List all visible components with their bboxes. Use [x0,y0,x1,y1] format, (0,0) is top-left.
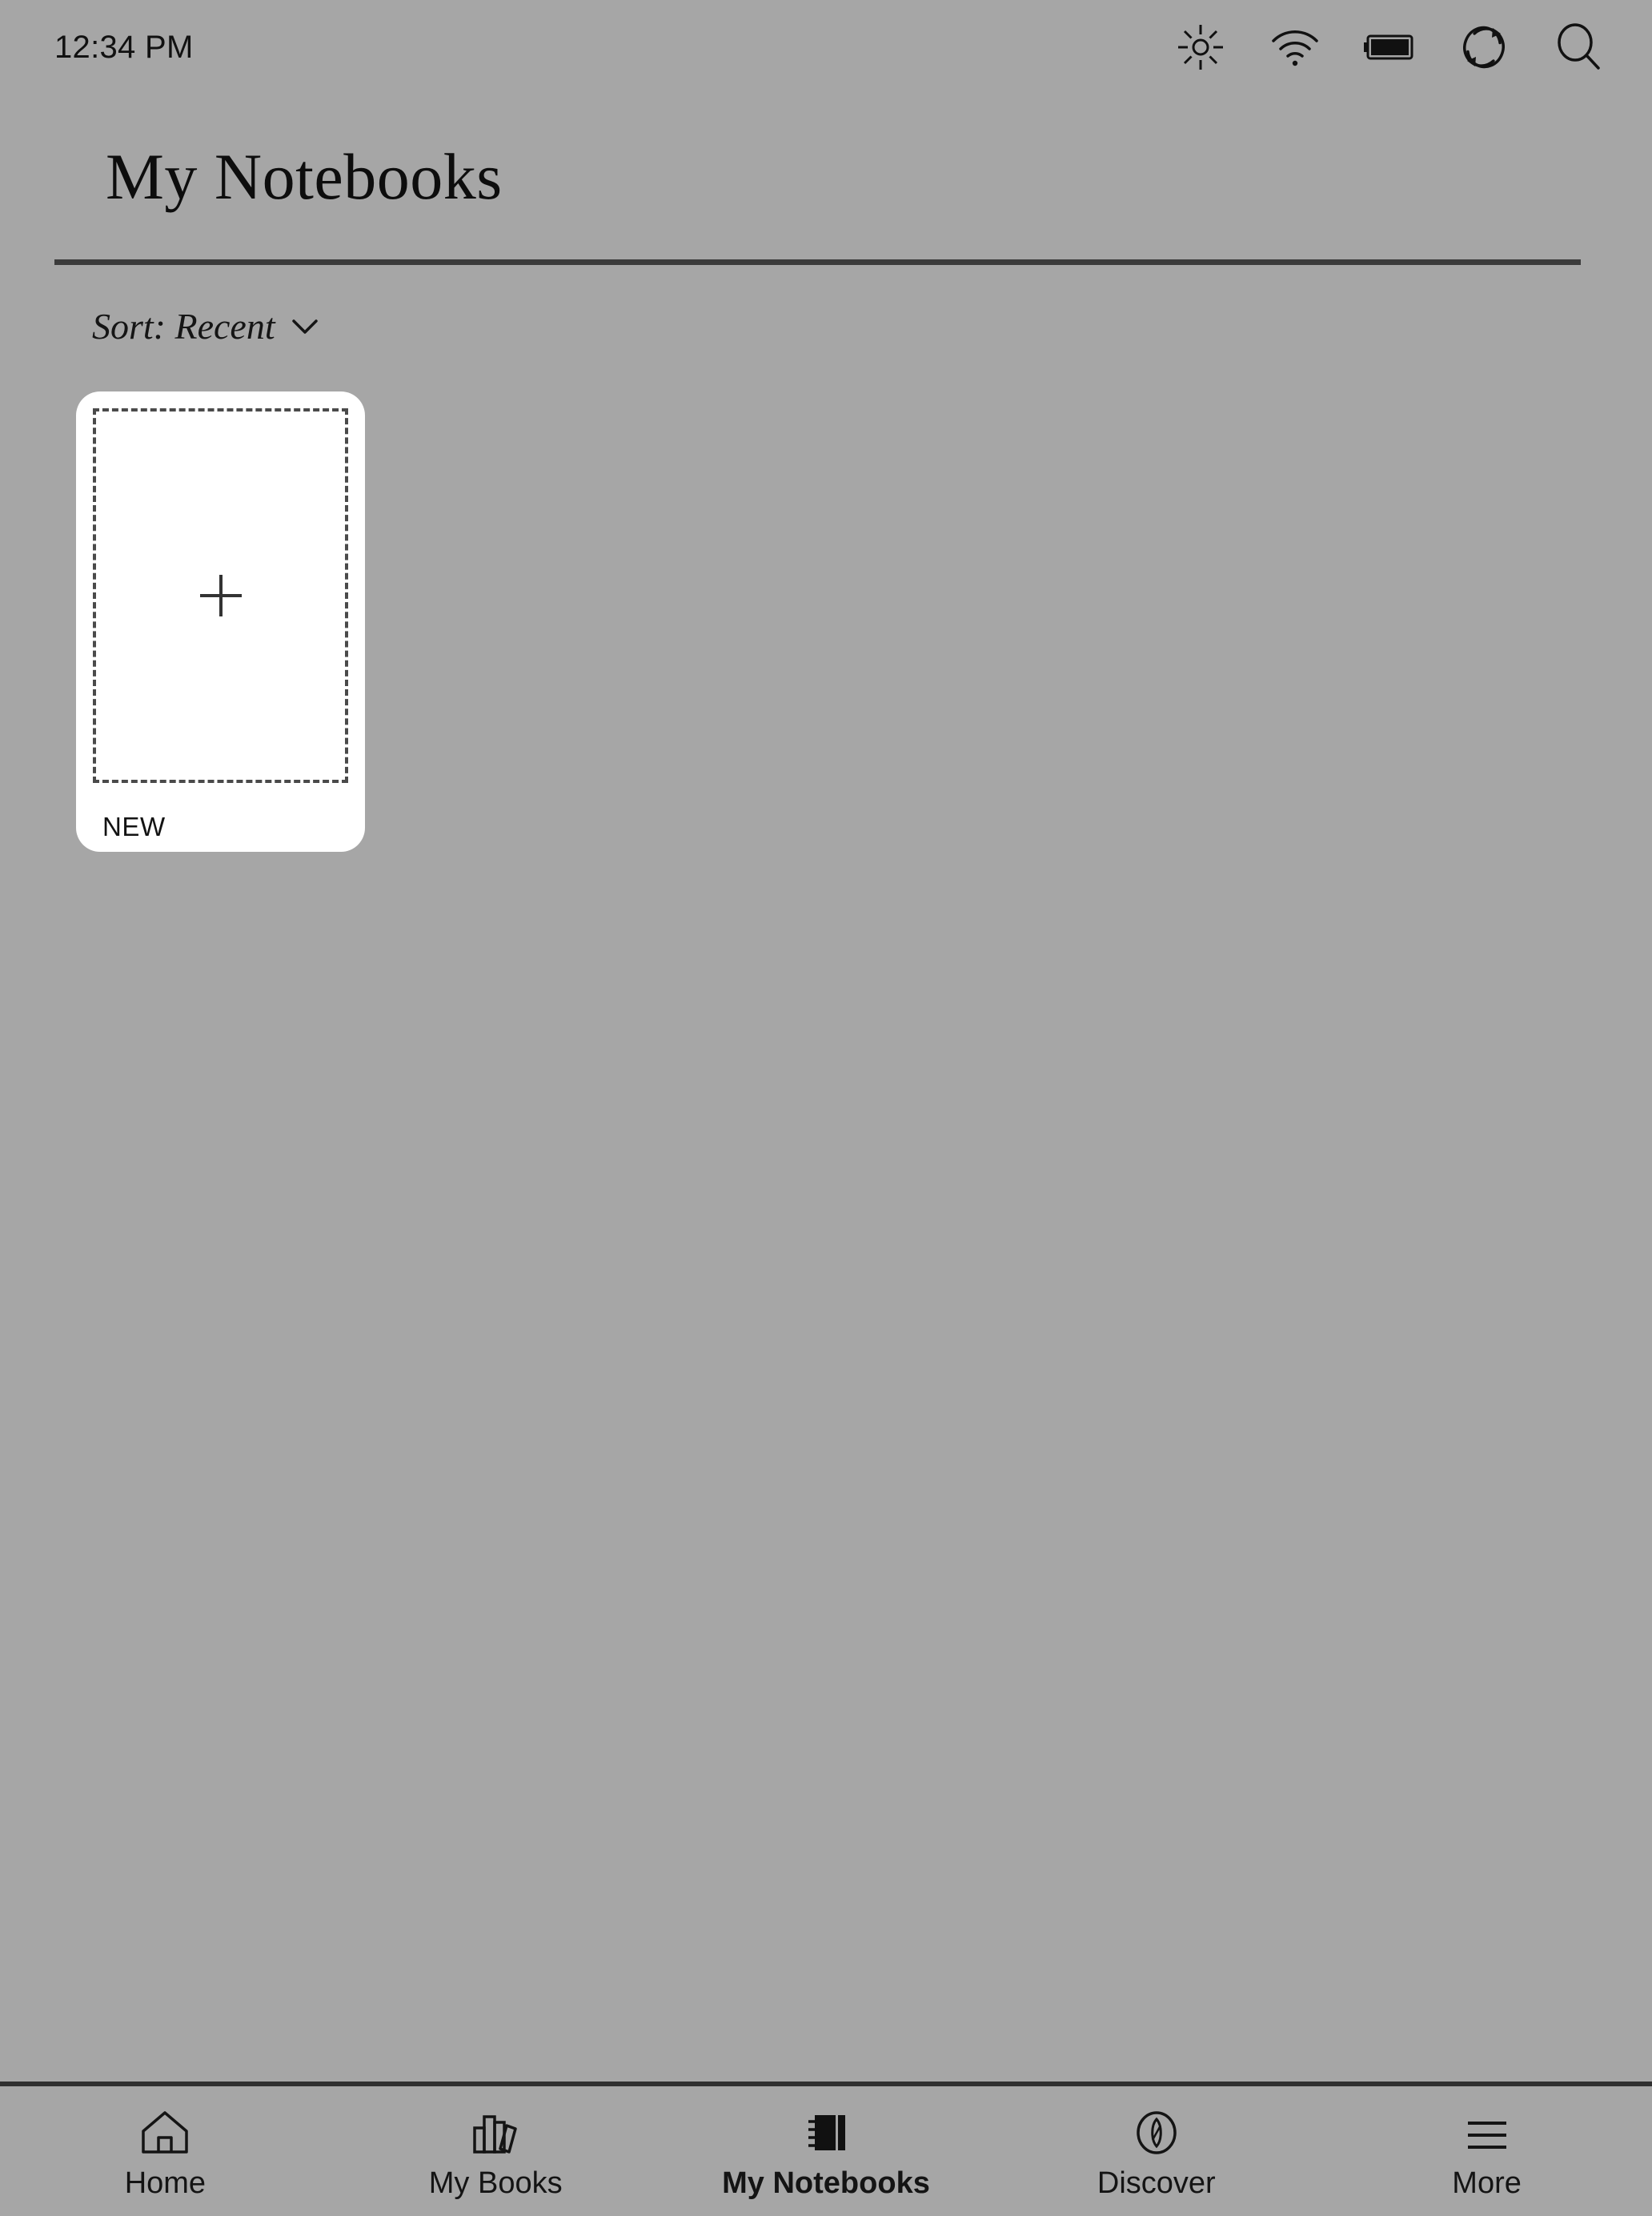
brightness-icon[interactable] [1175,22,1226,73]
nav-label-more: More [1452,2166,1522,2200]
chevron-down-icon [291,318,319,335]
status-bar: 12:34 PM [0,0,1652,94]
notebook-icon [804,2109,848,2155]
nav-label-home: Home [124,2166,206,2200]
nav-item-my-books[interactable]: My Books [331,2086,661,2216]
nav-item-discover[interactable]: Discover [991,2086,1321,2216]
notebook-grid-area: NEW [0,345,1652,2082]
home-icon [140,2109,190,2155]
wifi-icon[interactable] [1269,22,1321,73]
nav-item-home[interactable]: Home [0,2086,331,2216]
books-icon [471,2109,520,2155]
page-title: My Notebooks [106,140,503,213]
nav-label-my-notebooks: My Notebooks [722,2166,930,2200]
sort-bar: Sort: Recent [0,265,1652,345]
sort-dropdown[interactable]: Sort: Recent [92,308,319,345]
compass-icon [1133,2109,1180,2155]
status-time: 12:34 PM [54,30,194,65]
page-header: My Notebooks [0,94,1652,265]
plus-icon [196,571,246,620]
header-divider [54,259,1581,265]
nav-label-my-books: My Books [428,2166,563,2200]
bottom-navigation: Home My Books My Notebooks Discover More [0,2082,1652,2216]
notebook-grid: NEW [76,391,1652,852]
sync-icon[interactable] [1458,22,1510,73]
nav-item-my-notebooks[interactable]: My Notebooks [661,2086,992,2216]
notebooks-screen: 12:34 PM My Notebooks Sort: Recent NEW H… [0,0,1652,2216]
sort-label: Sort: Recent [92,306,275,347]
new-notebook-dropzone [93,408,348,783]
status-icon-group [1175,22,1604,73]
hamburger-icon [1462,2109,1512,2155]
nav-item-more[interactable]: More [1321,2086,1652,2216]
search-icon[interactable] [1553,22,1604,73]
new-notebook-card[interactable]: NEW [76,391,365,852]
battery-icon[interactable] [1364,22,1415,73]
nav-label-discover: Discover [1097,2166,1216,2200]
new-notebook-label: NEW [102,812,166,841]
